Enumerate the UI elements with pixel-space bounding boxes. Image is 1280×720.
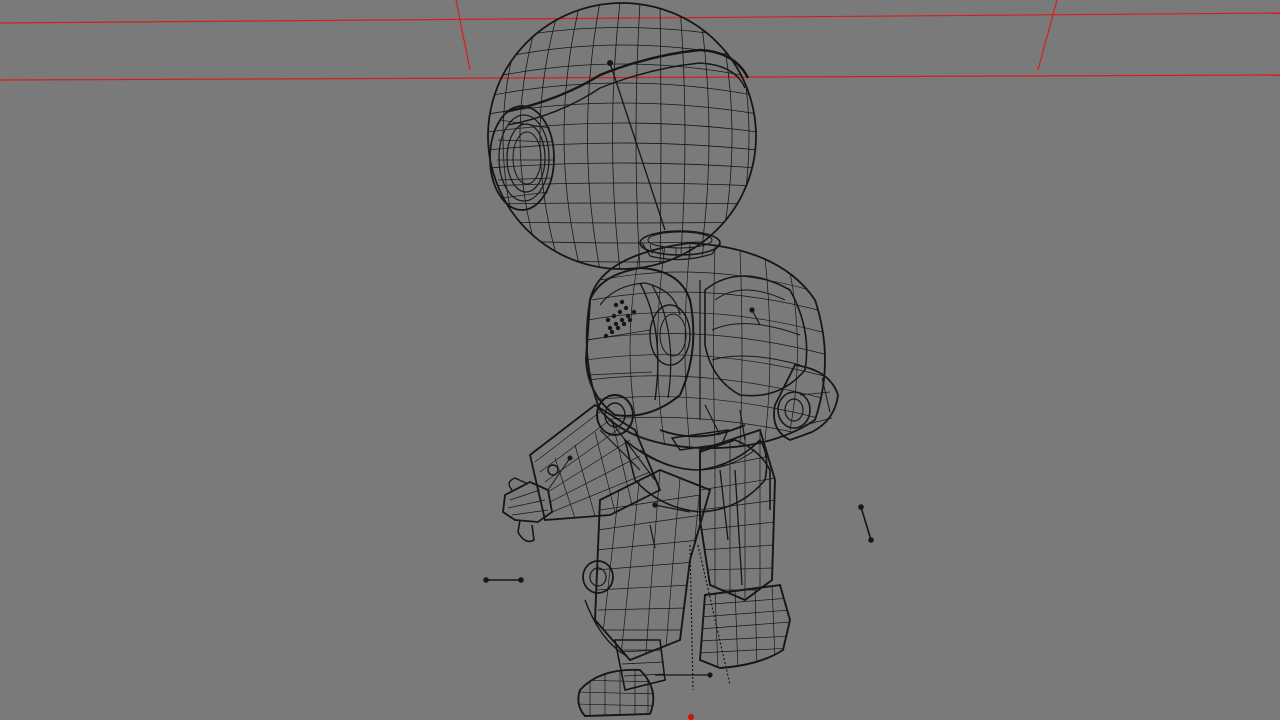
3d-viewport[interactable] [0, 0, 1280, 720]
floor-grid [0, 0, 1280, 81]
robot-neck-ring [639, 230, 721, 261]
bone-handle[interactable] [858, 504, 874, 543]
robot-right-leg[interactable] [699, 428, 776, 602]
robot-head[interactable] [487, 2, 758, 270]
vent-dots [603, 299, 637, 339]
viewport-canvas[interactable] [0, 0, 1280, 720]
bone-handle[interactable] [483, 577, 524, 583]
robot-right-arm[interactable] [773, 364, 839, 441]
robot-left-hand[interactable] [502, 477, 553, 543]
origin-marker[interactable] [688, 714, 694, 720]
robot-mesh[interactable] [487, 2, 839, 717]
robot-left-leg[interactable] [582, 468, 712, 665]
robot-shoulder-pad[interactable] [584, 266, 695, 417]
